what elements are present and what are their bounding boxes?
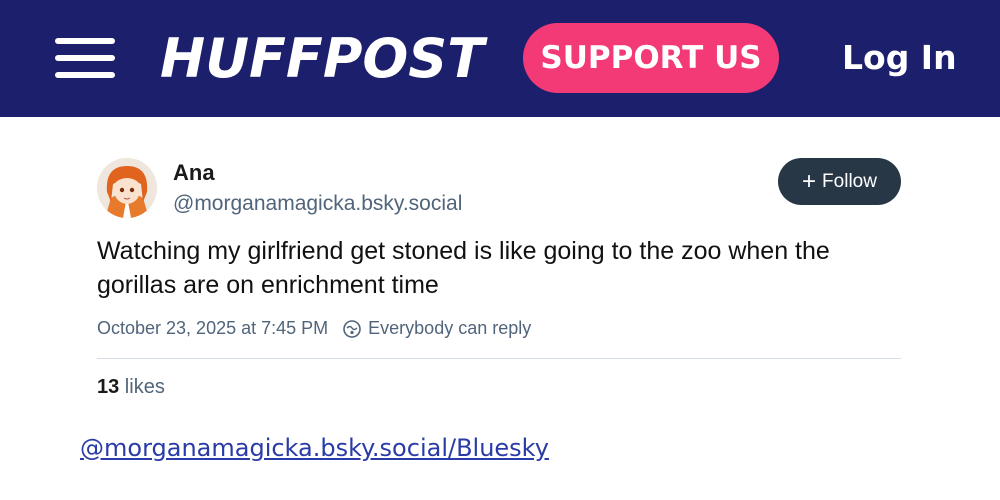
site-header: HUFFPOST SUPPORT US Log In [0, 0, 1000, 117]
author-name[interactable]: Ana [173, 160, 215, 186]
plus-icon: + [802, 167, 817, 195]
likes-label: likes [119, 376, 165, 398]
reply-setting: Everybody can reply [368, 318, 532, 338]
likes-number: 13 [97, 376, 120, 398]
author-handle[interactable]: @morganamagicka.bsky.social [173, 192, 462, 216]
post-text: Watching my girlfriend get stoned is lik… [97, 237, 830, 299]
huffpost-logo[interactable]: HUFFPOST [160, 29, 484, 89]
source-link[interactable]: @morganamagicka.bsky.social/Bluesky [80, 434, 549, 462]
divider [97, 358, 901, 359]
follow-label: Follow [822, 170, 877, 192]
reply-settings-icon [343, 319, 361, 338]
menu-icon[interactable] [55, 38, 115, 78]
post-timestamp[interactable]: October 23, 2025 at 7:45 PM [97, 318, 328, 339]
avatar[interactable] [97, 158, 157, 218]
login-link[interactable]: Log In [842, 38, 957, 78]
likes-count[interactable]: 13 likes [97, 376, 165, 399]
follow-button[interactable]: + Follow [778, 158, 901, 205]
support-us-button[interactable]: SUPPORT US [523, 23, 779, 93]
post-meta: October 23, 2025 at 7:45 PM Everybody ca… [97, 318, 531, 339]
